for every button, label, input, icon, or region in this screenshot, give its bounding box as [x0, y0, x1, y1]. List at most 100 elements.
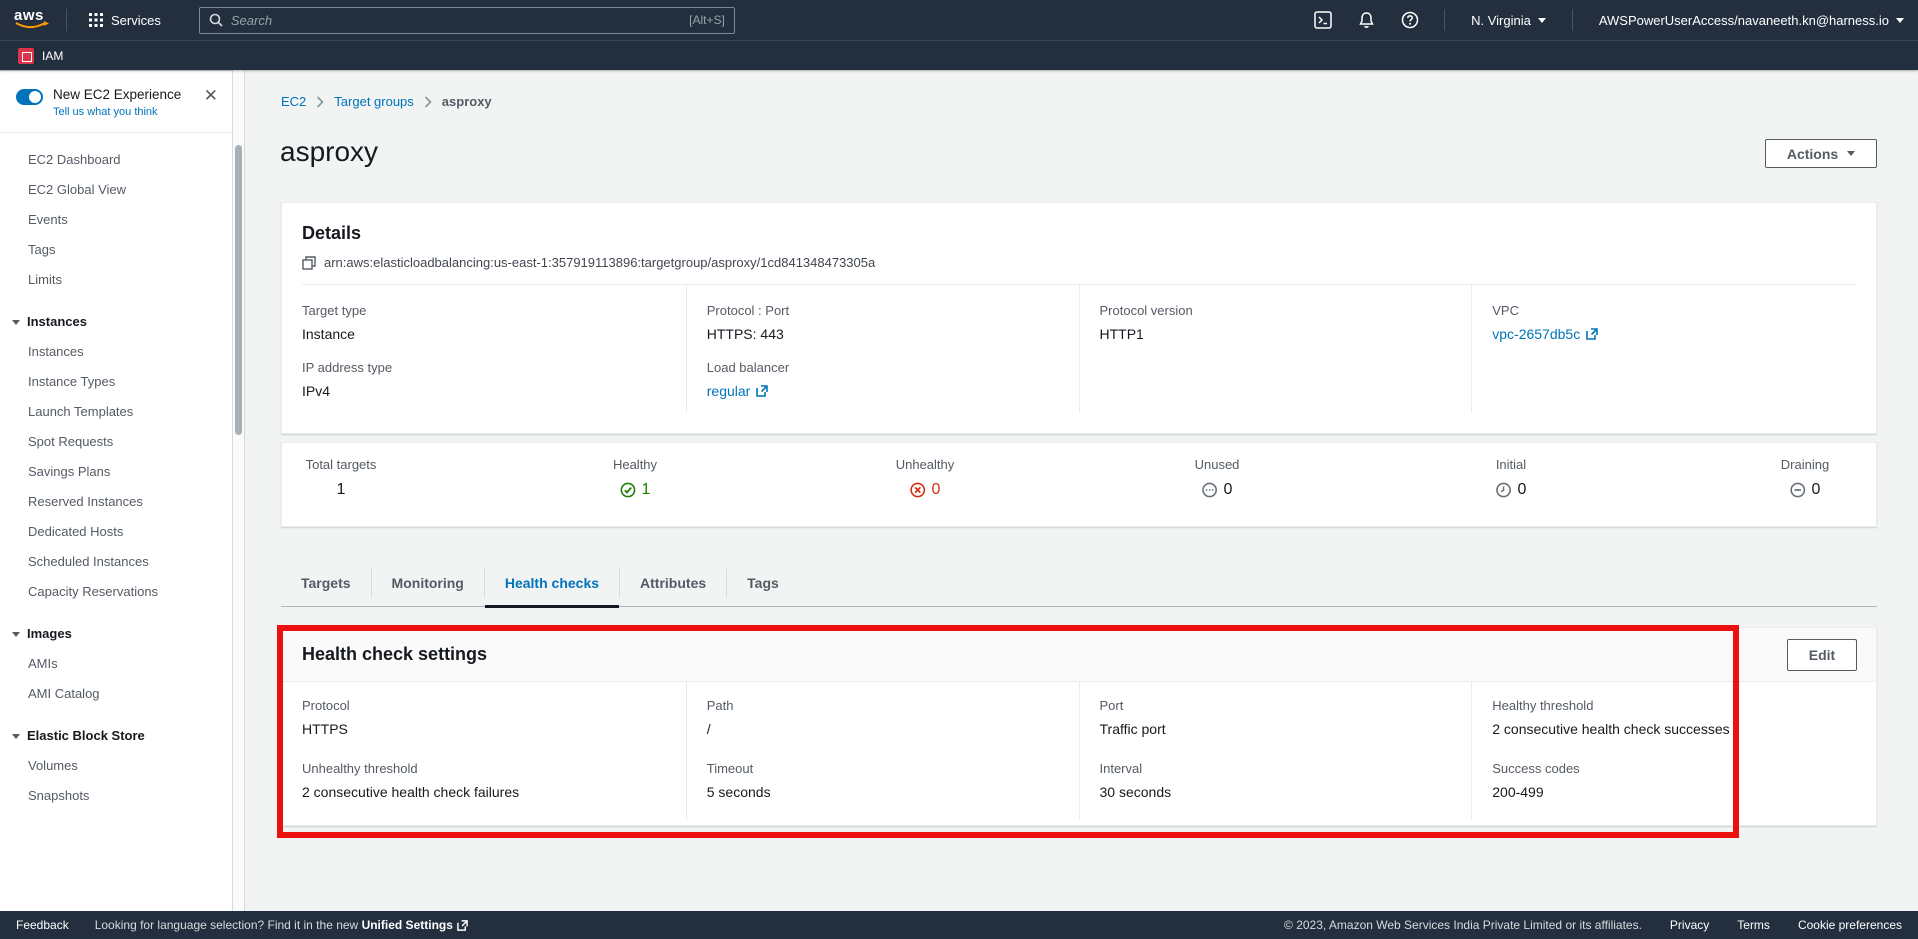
notifications-button[interactable] — [1345, 0, 1388, 40]
breadcrumb-chevron-icon — [424, 96, 432, 108]
search-input[interactable] — [231, 13, 689, 28]
ec2-sidebar: New EC2 Experience Tell us what you thin… — [0, 70, 233, 939]
sidebar-item-instance-types[interactable]: Instance Types — [0, 367, 232, 397]
vpc-id: vpc-2657db5c — [1492, 326, 1580, 342]
unified-settings-link[interactable]: Unified Settings — [362, 918, 468, 932]
feedback-link[interactable]: Feedback — [16, 918, 69, 932]
favorites-bar: IAM — [0, 40, 1918, 70]
actions-button[interactable]: Actions — [1765, 139, 1877, 168]
tell-us-link[interactable]: Tell us what you think — [53, 106, 198, 118]
bell-icon — [1358, 11, 1375, 29]
section-label: Elastic Block Store — [27, 721, 145, 751]
sidebar-item-spot-requests[interactable]: Spot Requests — [0, 427, 232, 457]
sidebar-scrollbar-thumb[interactable] — [235, 145, 242, 435]
account-label: AWSPowerUserAccess/navaneeth.kn@harness.… — [1599, 13, 1889, 28]
tab-attributes[interactable]: Attributes — [620, 560, 726, 606]
chevron-down-icon — [1847, 151, 1855, 156]
counter-initial: Initial 0 — [1496, 443, 1527, 499]
help-icon — [1401, 11, 1419, 29]
vpc-link[interactable]: vpc-2657db5c — [1492, 326, 1866, 342]
close-icon[interactable]: ✕ — [204, 87, 218, 104]
sidebar-section-elastic-block-store[interactable]: Elastic Block Store — [0, 721, 232, 751]
sidebar-item-savings-plans[interactable]: Savings Plans — [0, 457, 232, 487]
field-label-protocol: Protocol — [302, 698, 676, 713]
counter-value: 1 — [337, 481, 346, 499]
sidebar-item-instances[interactable]: Instances — [0, 337, 232, 367]
field-label-interval: Interval — [1100, 761, 1462, 776]
sidebar-item-limits[interactable]: Limits — [0, 265, 232, 295]
services-grid-icon — [89, 13, 103, 27]
field-value-ip-address-type: IPv4 — [302, 383, 676, 399]
field-value-timeout: 5 seconds — [707, 784, 1069, 800]
sidebar-item-tags[interactable]: Tags — [0, 235, 232, 265]
search-icon — [209, 13, 223, 27]
chevron-down-icon — [1538, 18, 1546, 23]
aws-smile-icon — [15, 21, 51, 31]
top-navigation-bar: aws Services [Alt+S] — [0, 0, 1918, 40]
new-experience-label: New EC2 Experience — [53, 87, 198, 102]
sidebar-item-volumes[interactable]: Volumes — [0, 751, 232, 781]
counter-unused: Unused 0 — [1195, 443, 1240, 499]
counter-label: Healthy — [613, 457, 657, 472]
new-ec2-experience-toggle[interactable] — [16, 89, 43, 105]
terms-link[interactable]: Terms — [1737, 918, 1770, 932]
sidebar-item-reserved-instances[interactable]: Reserved Instances — [0, 487, 232, 517]
sidebar-section-instances[interactable]: Instances — [0, 307, 232, 337]
tab-monitoring[interactable]: Monitoring — [372, 560, 484, 606]
section-caret-icon — [12, 632, 20, 637]
nav-divider — [66, 9, 67, 31]
field-label-target-type: Target type — [302, 303, 676, 318]
tab-targets[interactable]: Targets — [281, 560, 371, 606]
breadcrumb: EC2 Target groups asproxy — [281, 94, 492, 109]
tab-tags[interactable]: Tags — [727, 560, 799, 606]
privacy-link[interactable]: Privacy — [1670, 918, 1709, 932]
nav-divider — [1572, 9, 1573, 31]
health-check-settings-card: Health check settings Edit Protocol HTTP… — [281, 627, 1877, 826]
external-link-icon — [756, 385, 768, 397]
sidebar-item-capacity-reservations[interactable]: Capacity Reservations — [0, 577, 232, 607]
field-label-protocol-version: Protocol version — [1100, 303, 1462, 318]
details-card: Details arn:aws:elasticloadbalancing:us-… — [281, 202, 1877, 434]
cloudshell-button[interactable] — [1301, 0, 1345, 40]
draining-minus-icon — [1790, 482, 1806, 498]
sidebar-item-launch-templates[interactable]: Launch Templates — [0, 397, 232, 427]
sidebar-item-ec2-global-view[interactable]: EC2 Global View — [0, 175, 232, 205]
field-value-healthy-threshold: 2 consecutive health check successes — [1492, 721, 1866, 737]
sidebar-item-ec2-dashboard[interactable]: EC2 Dashboard — [0, 145, 232, 175]
target-group-arn: arn:aws:elasticloadbalancing:us-east-1:3… — [324, 255, 875, 270]
field-value-interval: 30 seconds — [1100, 784, 1462, 800]
footer-bar: Feedback Looking for language selection?… — [0, 911, 1918, 939]
sidebar-item-dedicated-hosts[interactable]: Dedicated Hosts — [0, 517, 232, 547]
sidebar-item-snapshots[interactable]: Snapshots — [0, 781, 232, 811]
unhealthy-x-icon — [910, 482, 926, 498]
breadcrumb-target-groups-link[interactable]: Target groups — [334, 94, 414, 109]
cookie-preferences-link[interactable]: Cookie preferences — [1798, 918, 1902, 932]
account-menu[interactable]: AWSPowerUserAccess/navaneeth.kn@harness.… — [1585, 0, 1918, 40]
field-label-vpc: VPC — [1492, 303, 1866, 318]
copy-icon[interactable] — [302, 256, 316, 270]
services-label: Services — [111, 13, 161, 28]
sidebar-scrollbar[interactable] — [233, 70, 245, 911]
aws-logo[interactable]: aws — [14, 7, 54, 33]
sidebar-item-ami-catalog[interactable]: AMI Catalog — [0, 679, 232, 709]
global-search[interactable]: [Alt+S] — [199, 7, 735, 34]
sidebar-item-scheduled-instances[interactable]: Scheduled Instances — [0, 547, 232, 577]
breadcrumb-ec2-link[interactable]: EC2 — [281, 94, 306, 109]
nav-divider — [1444, 9, 1445, 31]
tab-health-checks[interactable]: Health checks — [485, 560, 619, 606]
sidebar-item-events[interactable]: Events — [0, 205, 232, 235]
section-label: Instances — [27, 307, 87, 337]
region-selector[interactable]: N. Virginia — [1457, 0, 1560, 40]
region-label: N. Virginia — [1471, 13, 1531, 28]
services-menu-button[interactable]: Services — [79, 0, 171, 40]
load-balancer-link[interactable]: regular — [707, 383, 1069, 399]
sidebar-item-amis[interactable]: AMIs — [0, 649, 232, 679]
sidebar-section-images[interactable]: Images — [0, 619, 232, 649]
help-button[interactable] — [1388, 0, 1432, 40]
counter-value: 0 — [1224, 481, 1233, 499]
field-value-target-type: Instance — [302, 326, 676, 342]
favorite-iam-link[interactable]: IAM — [18, 48, 63, 64]
iam-service-icon — [18, 48, 34, 64]
edit-button[interactable]: Edit — [1787, 639, 1857, 671]
load-balancer-name: regular — [707, 383, 751, 399]
